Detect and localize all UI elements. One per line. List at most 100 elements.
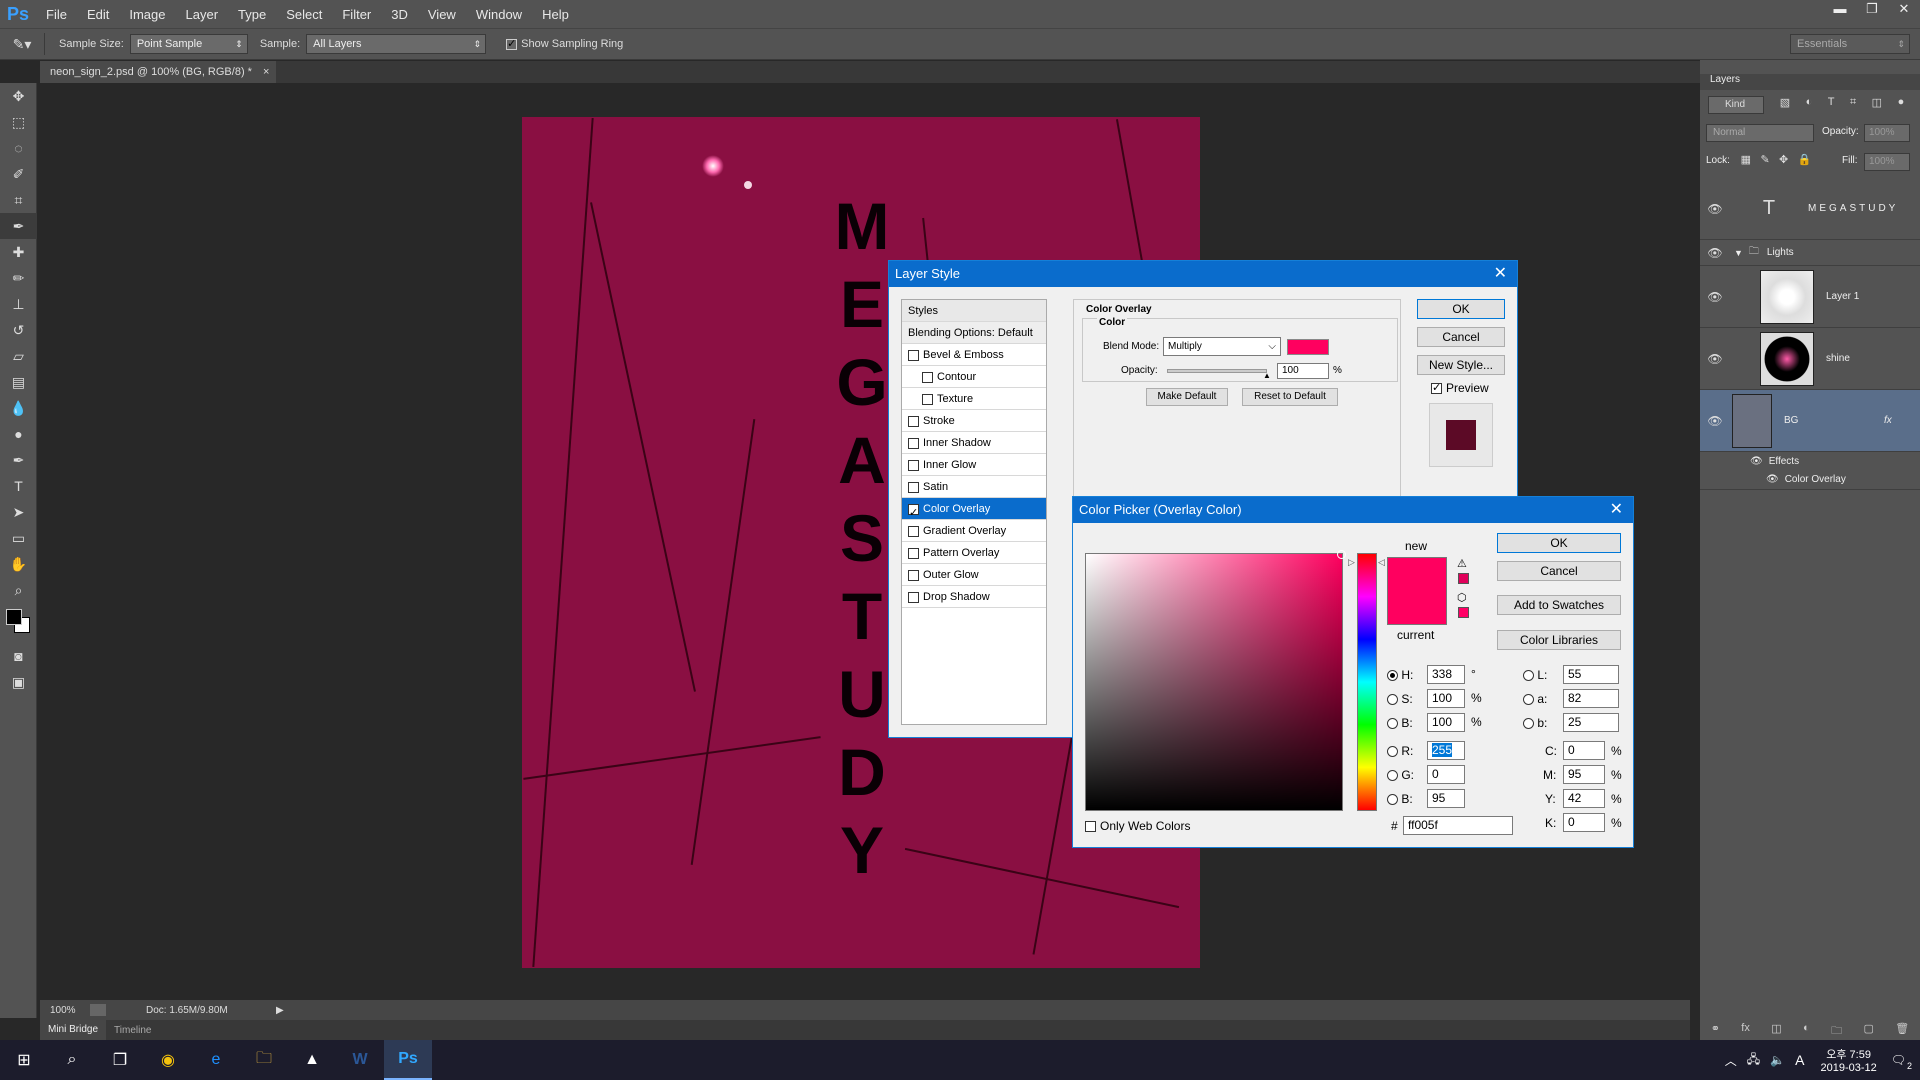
style-item-inner-shadow[interactable]: Inner Shadow [902,432,1046,454]
layer-style-cancel-button[interactable]: Cancel [1417,327,1505,347]
s-radio[interactable] [1387,694,1398,706]
only-web-colors-row[interactable]: Only Web Colors [1085,819,1190,833]
a-input[interactable]: 82 [1563,689,1619,708]
visibility-eye-icon[interactable]: 👁 [1700,352,1730,366]
layer-kind-filter[interactable]: Kind [1708,96,1764,114]
photos-icon[interactable]: ▲ [288,1040,336,1080]
r-radio[interactable] [1387,746,1398,758]
saturation-brightness-field[interactable] [1085,550,1346,811]
new-style-button[interactable]: New Style... [1417,355,1505,375]
style-item-stroke[interactable]: Stroke [902,410,1046,432]
tab-mini-bridge[interactable]: Mini Bridge [40,1020,107,1040]
c-input[interactable]: 0 [1563,741,1605,760]
trash-icon[interactable]: 🗑 [1895,1022,1909,1040]
layer-row-layer-1[interactable]: 👁 Layer 1 [1700,266,1920,328]
eraser-tool-icon[interactable]: ▱ [0,343,37,369]
add-mask-icon[interactable]: ◫ [1771,1022,1781,1040]
marquee-tool-icon[interactable]: ⬚ [0,109,37,135]
network-icon[interactable]: 🖧 [1747,1050,1760,1071]
chrome-icon[interactable]: ◉ [144,1040,192,1080]
a-radio[interactable] [1523,694,1534,706]
type-filter-icon[interactable]: T [1828,96,1835,114]
web-safe-cube-icon[interactable]: ⬡ [1457,591,1467,604]
status-menu-arrow-icon[interactable]: ▶ [276,1005,284,1016]
eyedropper-tool-icon[interactable]: ✒ [0,213,37,239]
adjustment-filter-icon[interactable]: ◐ [1806,96,1813,114]
style-item-outer-glow[interactable]: Outer Glow [902,564,1046,586]
l-input[interactable]: 55 [1563,665,1619,684]
new-group-icon[interactable]: 🗀 [1831,1022,1842,1040]
style-item-contour[interactable]: Contour [902,366,1046,388]
l-radio[interactable] [1523,670,1534,682]
fx-icon[interactable]: fx [1884,415,1892,426]
hue-slider-right-arrow-icon[interactable]: ◁ [1378,557,1385,568]
blur-tool-icon[interactable]: 💧 [0,395,37,421]
g-input[interactable]: 0 [1427,765,1465,784]
blue-radio[interactable] [1387,794,1398,806]
document-tab[interactable]: neon_sign_2.psd @ 100% (BG, RGB/8) * × [40,61,276,83]
style-checkbox[interactable] [908,525,919,537]
style-item-satin[interactable]: Satin [902,476,1046,498]
clock[interactable]: 오후 7:59 2019-03-12 [1820,1046,1876,1074]
status-icon[interactable] [90,1004,106,1016]
new-layer-icon[interactable]: ▢ [1863,1022,1873,1040]
add-style-icon[interactable]: fx [1741,1022,1750,1040]
color-field-cursor-icon[interactable] [1337,550,1346,559]
menu-item-view[interactable]: View [418,7,466,22]
effect-eye-icon[interactable]: 👁 [1766,474,1779,485]
file-explorer-icon[interactable]: 🗀 [240,1040,288,1080]
show-ring-checkbox[interactable] [506,37,518,50]
layers-panel-tab[interactable]: Layers [1700,74,1920,90]
lasso-tool-icon[interactable]: ◌ [0,135,37,161]
brightness-radio[interactable] [1387,718,1398,730]
slider-thumb-icon[interactable]: ▲ [1263,371,1271,380]
notification-icon[interactable]: 🗨 2 [1891,1053,1912,1071]
color-picker-ok-button[interactable]: OK [1497,533,1621,553]
brightness-input[interactable]: 100 [1427,713,1465,732]
layer-style-ok-button[interactable]: OK [1417,299,1505,319]
clone-stamp-tool-icon[interactable]: ⊥ [0,291,37,317]
lock-transparency-icon[interactable]: ▦ [1741,153,1751,166]
h-input[interactable]: 338 [1427,665,1465,684]
style-checkbox[interactable] [908,591,919,603]
style-checkbox[interactable] [908,415,919,427]
layer-row-lights[interactable]: 👁 ▼ 🗀 Lights [1700,240,1920,266]
gamut-color-swatch[interactable] [1458,573,1469,584]
style-item-gradient-overlay[interactable]: Gradient Overlay [902,520,1046,542]
group-expand-icon[interactable]: ▼ [1734,248,1743,258]
link-icon[interactable]: ⚭ [1711,1022,1720,1040]
style-item-bevel-emboss[interactable]: Bevel & Emboss [902,344,1046,366]
color-libraries-button[interactable]: Color Libraries [1497,630,1621,650]
history-brush-tool-icon[interactable]: ↺ [0,317,37,343]
path-selection-tool-icon[interactable]: ➤ [0,499,37,525]
style-checkbox[interactable] [908,349,919,361]
web-safe-color-swatch[interactable] [1458,607,1469,618]
tab-timeline[interactable]: Timeline [106,1025,159,1036]
zoom-tool-icon[interactable]: ⌕ [0,577,37,603]
quick-mask-icon[interactable]: ◙ [0,643,37,669]
menu-item-file[interactable]: File [36,7,77,22]
visibility-eye-icon[interactable]: 👁 [1700,202,1730,216]
task-view-icon[interactable]: ❐ [96,1040,144,1080]
visibility-eye-icon[interactable]: 👁 [1700,414,1730,428]
search-icon[interactable]: ⌕ [48,1040,96,1080]
effects-row[interactable]: 👁 Effects [1700,452,1920,470]
style-item-drop-shadow[interactable]: Drop Shadow [902,586,1046,608]
blue-input[interactable]: 95 [1427,789,1465,808]
k-input[interactable]: 0 [1563,813,1605,832]
hand-tool-icon[interactable]: ✋ [0,551,37,577]
rectangle-tool-icon[interactable]: ▭ [0,525,37,551]
hex-input[interactable]: ff005f [1403,816,1513,835]
menu-item-edit[interactable]: Edit [77,7,119,22]
visibility-eye-icon[interactable]: 👁 [1700,246,1730,260]
gamut-warning-icon[interactable]: ⚠ [1457,557,1467,570]
opacity-field[interactable]: 100% [1864,124,1910,142]
gradient-tool-icon[interactable]: ▤ [0,369,37,395]
pixel-filter-icon[interactable]: ▧ [1780,96,1790,114]
color-picker-cancel-button[interactable]: Cancel [1497,561,1621,581]
shape-filter-icon[interactable]: ⌗ [1850,96,1856,114]
effects-eye-icon[interactable]: 👁 [1750,456,1763,467]
h-radio[interactable] [1387,670,1398,682]
menu-item-3d[interactable]: 3D [381,7,418,22]
document-tab-close-icon[interactable]: × [263,66,269,78]
